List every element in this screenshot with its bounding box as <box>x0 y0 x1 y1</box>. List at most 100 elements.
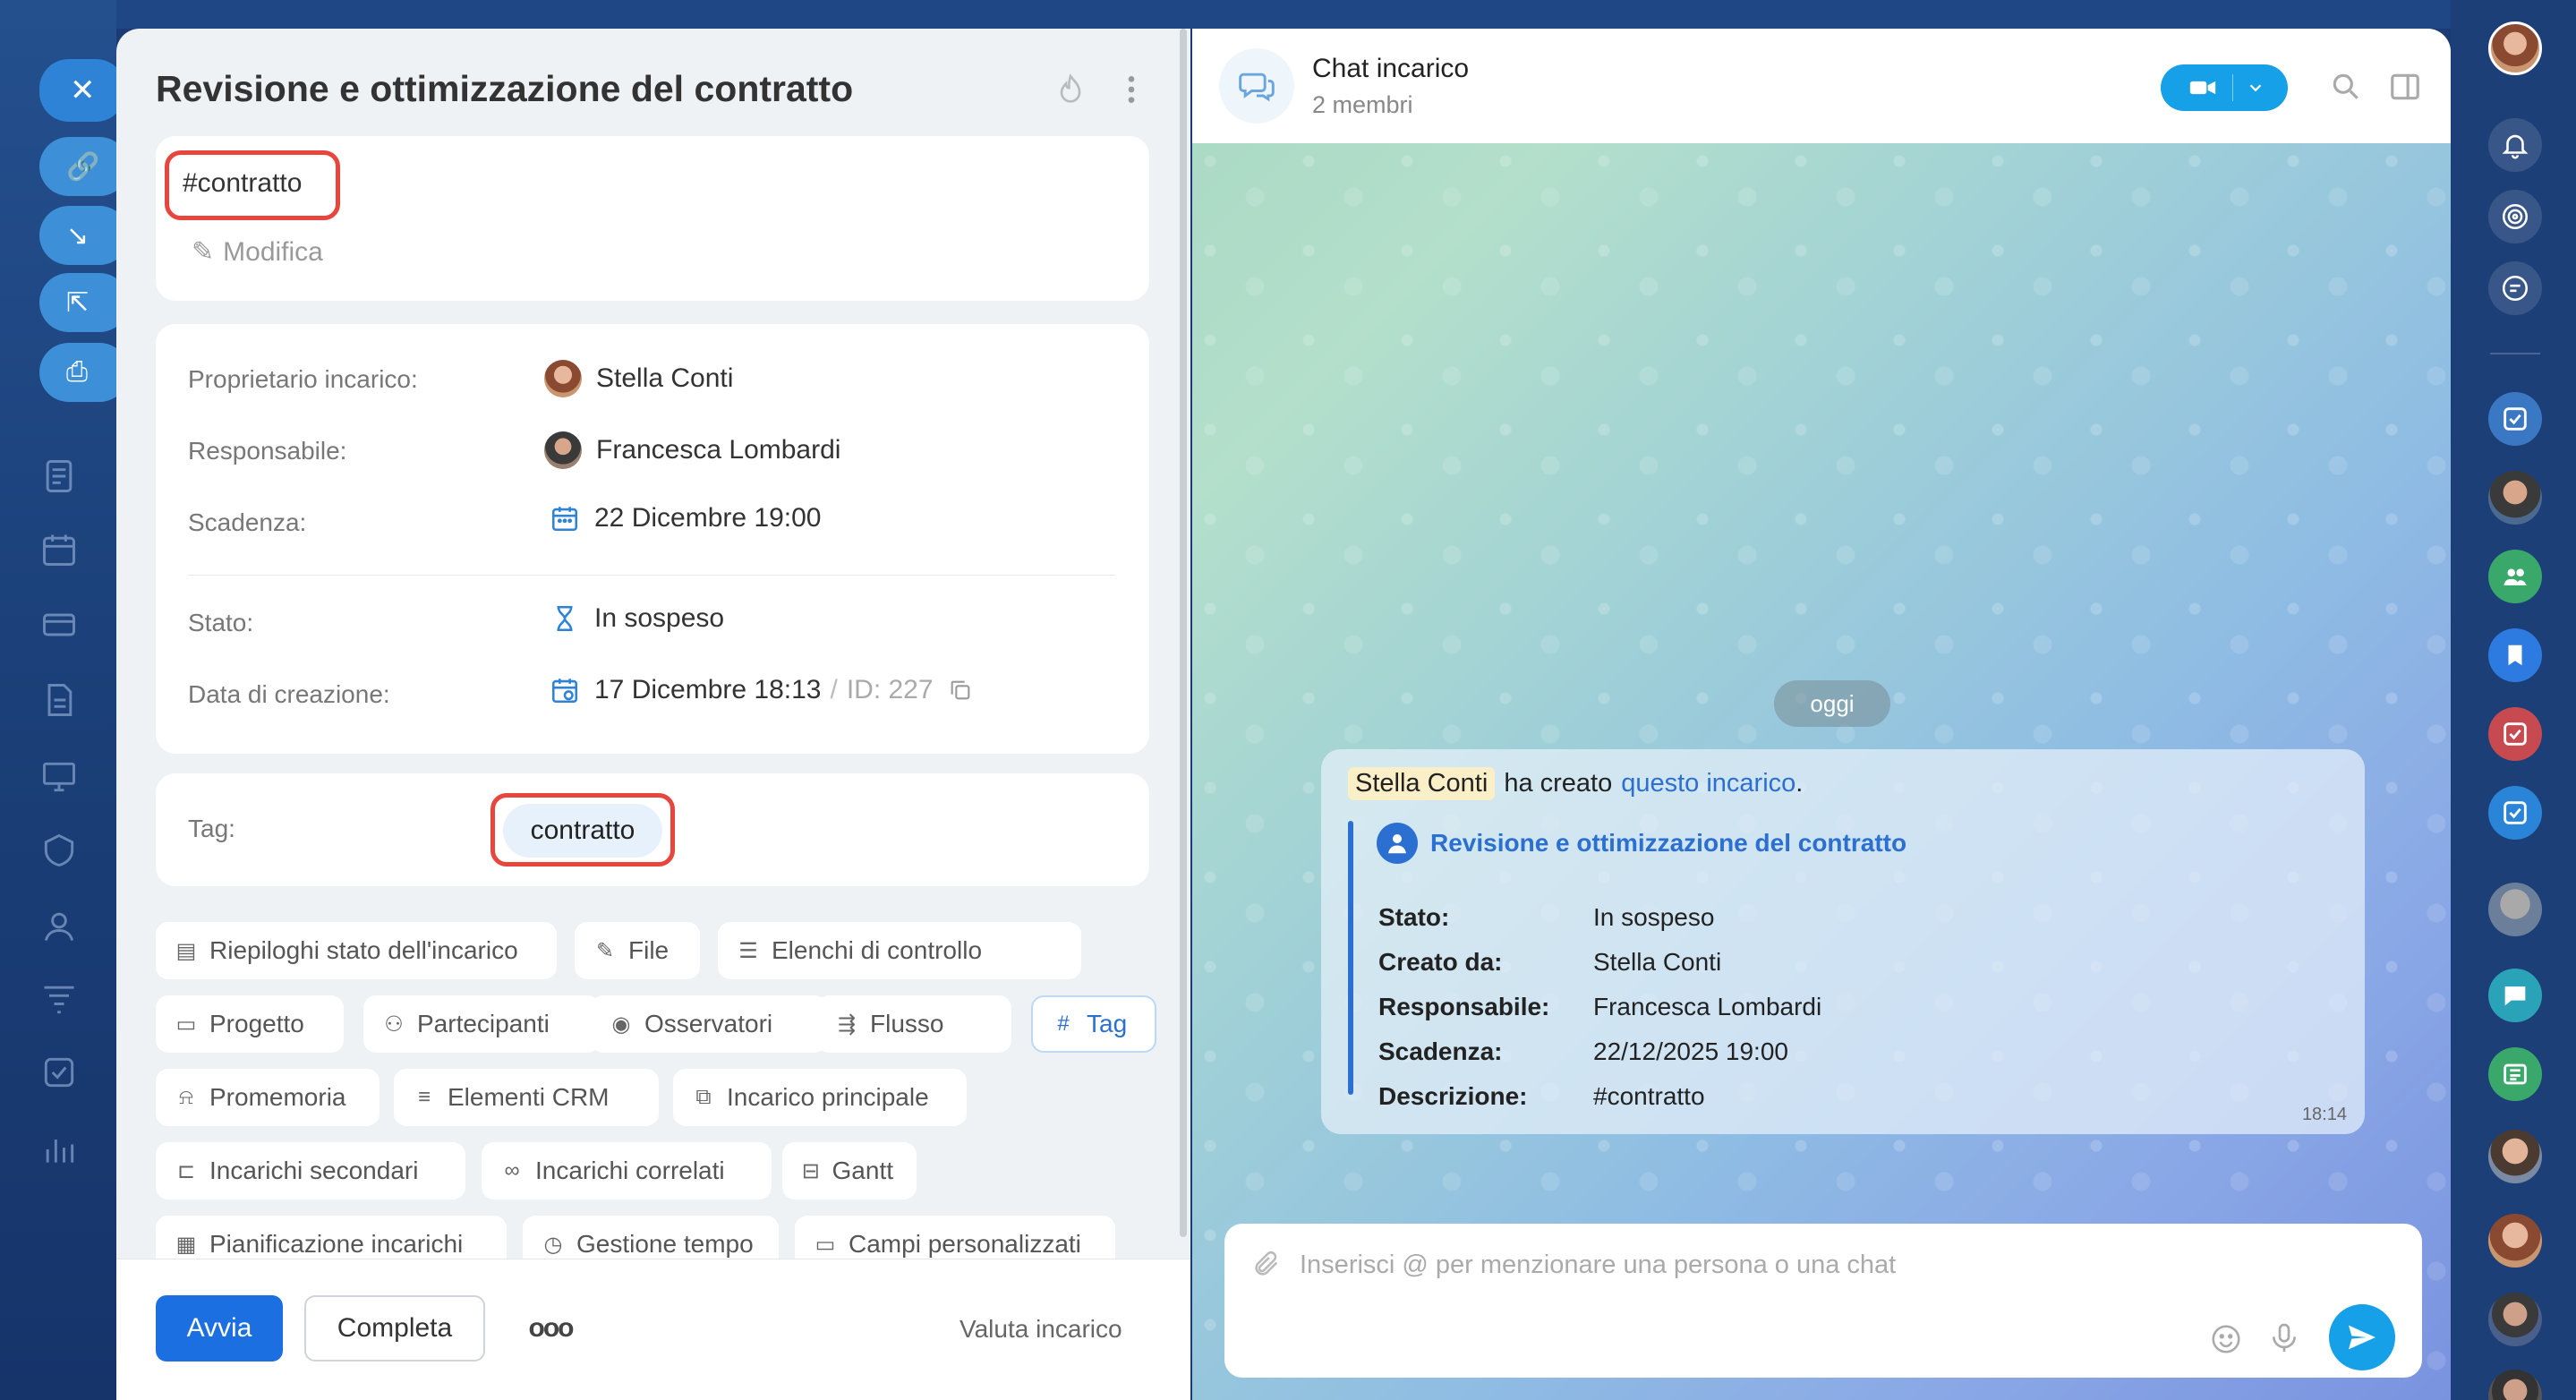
message-field-value: Francesca Lombardi <box>1593 993 1822 1020</box>
search-icon[interactable] <box>2329 70 2363 104</box>
message-input[interactable]: Inserisci @ per menzionare una persona o… <box>1300 1251 1896 1280</box>
task-link[interactable]: questo incarico <box>1621 769 1796 798</box>
chat-task-2[interactable] <box>2488 707 2542 761</box>
chip-incarichi-correlati[interactable]: ∞ Incarichi correlati <box>482 1142 772 1199</box>
chip-label: Gantt <box>832 1157 893 1184</box>
chat-avatar[interactable] <box>2488 1130 2542 1183</box>
message-field-value: Stella Conti <box>1593 948 1722 976</box>
more-button[interactable]: ooo <box>510 1295 591 1362</box>
copy-icon[interactable] <box>948 678 973 703</box>
deadline-text: 22 Dicembre 19:00 <box>594 503 822 533</box>
flame-icon[interactable] <box>1053 72 1088 107</box>
message-author[interactable]: Stella Conti <box>1348 767 1496 800</box>
calendar-icon[interactable] <box>39 530 79 569</box>
open-new-window-button[interactable]: ⇱ <box>39 273 129 332</box>
responsible-value[interactable]: Francesca Lombardi <box>544 431 840 469</box>
bell-icon <box>2502 134 2529 159</box>
chip-partecipanti[interactable]: ⚇ Partecipanti <box>363 995 600 1053</box>
shield-icon[interactable] <box>39 831 79 870</box>
sidebar-toggle-icon[interactable] <box>2388 70 2422 104</box>
message-task-title-row[interactable]: Revisione e ottimizzazione del contratto <box>1377 823 1906 864</box>
documents-icon[interactable] <box>39 457 79 496</box>
copy-link-button[interactable]: 🔗 <box>39 137 129 196</box>
edit-button[interactable]: ✎ Modifica <box>192 236 323 268</box>
chip-label: Osservatori <box>644 1010 773 1037</box>
chat-avatar[interactable] <box>2488 1214 2542 1268</box>
contacts-icon[interactable] <box>39 906 79 945</box>
chat-avatar[interactable] <box>2488 883 2542 936</box>
message-header: Stella Conti ha creato questo incarico . <box>1348 767 1803 800</box>
close-slider-button[interactable]: ✕ <box>39 59 125 122</box>
chip-incarichi-secondari[interactable]: ⊏ Incarichi secondari <box>156 1142 465 1199</box>
chat-avatar[interactable] <box>2488 1293 2542 1346</box>
deadline-value[interactable]: 22 Dicembre 19:00 <box>550 503 821 534</box>
monitor-icon[interactable] <box>39 757 79 797</box>
chat-header: Chat incarico 2 membri <box>1192 29 2451 143</box>
chip-riepiloghi-stato-dell-incarico[interactable]: ▤ Riepiloghi stato dell'incarico <box>156 922 557 979</box>
chip-label: Progetto <box>209 1010 304 1037</box>
owner-value[interactable]: Stella Conti <box>544 360 733 397</box>
bookmark-icon <box>2508 645 2522 666</box>
chip-promemoria[interactable]: ⍾ Promemoria <box>156 1069 380 1126</box>
message-period: . <box>1796 769 1804 798</box>
chip-label: Riepiloghi stato dell'incarico <box>209 936 518 964</box>
complete-button[interactable]: Completa <box>304 1295 485 1362</box>
created-label: Data di creazione: <box>188 680 390 708</box>
message-field-label: Scadenza: <box>1378 1037 1503 1065</box>
video-call-button[interactable] <box>2161 64 2288 111</box>
chat-search-icon <box>2502 275 2529 302</box>
chip-progetto[interactable]: ▭ Progetto <box>156 995 344 1053</box>
message-field-row: Creato da: Stella Conti <box>1378 948 1721 977</box>
rate-task-link[interactable]: Valuta incarico <box>960 1315 1122 1344</box>
chip-elenchi-di-controllo[interactable]: ☰ Elenchi di controllo <box>718 922 1081 979</box>
chat-task-3[interactable] <box>2488 786 2542 840</box>
print-button[interactable]: ⎙ <box>39 343 129 402</box>
analytics-icon[interactable] <box>39 1130 79 1169</box>
chip-tag[interactable]: # Tag <box>1031 995 1156 1053</box>
tasks-icon[interactable] <box>39 1053 79 1092</box>
search-chats-button[interactable] <box>2488 261 2542 315</box>
card-icon[interactable] <box>39 605 79 645</box>
fields-icon: ▭ <box>815 1232 836 1257</box>
microphone-icon[interactable] <box>2266 1320 2302 1356</box>
chat-news[interactable] <box>2488 1047 2542 1101</box>
chat-members[interactable]: 2 membri <box>1312 91 1413 119</box>
chevron-down-icon[interactable] <box>2246 78 2265 98</box>
chat-avatar[interactable] <box>2488 471 2542 525</box>
hourglass-icon <box>557 605 573 632</box>
filter-icon[interactable] <box>39 979 79 1019</box>
divider <box>2232 74 2233 101</box>
send-button[interactable] <box>2329 1304 2395 1370</box>
scrollbar[interactable] <box>1180 29 1187 1237</box>
message-field-value: In sospeso <box>1593 903 1715 931</box>
system-message: Stella Conti ha creato questo incarico .… <box>1321 749 2365 1134</box>
chip-file[interactable]: ✎ File <box>575 922 700 979</box>
chip-elementi-crm[interactable]: ≡ Elementi CRM <box>394 1069 659 1126</box>
message-input-box[interactable]: Inserisci @ per menzionare una persona o… <box>1224 1224 2422 1378</box>
chat-task-1[interactable] <box>2488 392 2542 446</box>
chat-channel[interactable] <box>2488 969 2542 1022</box>
owner-label: Proprietario incarico: <box>188 365 418 393</box>
message-field-label: Stato: <box>1378 903 1450 931</box>
chat-group[interactable] <box>2488 550 2542 603</box>
chip-flusso[interactable]: ⇶ Flusso <box>816 995 1011 1053</box>
calendar-plan-icon: ▦ <box>175 1232 197 1257</box>
tags-label: Tag: <box>188 815 235 842</box>
date-divider: oggi <box>1774 680 1890 727</box>
copilot-button[interactable] <box>2488 190 2542 243</box>
chip-gantt[interactable]: ⊟ Gantt <box>782 1142 917 1199</box>
tag-pill[interactable]: contratto <box>503 804 662 858</box>
notifications-button[interactable] <box>2488 118 2542 172</box>
emoji-icon[interactable] <box>2209 1322 2243 1356</box>
chip-label: Flusso <box>870 1010 944 1037</box>
message-field-row: Descrizione: #contratto <box>1378 1082 1705 1111</box>
more-vertical-icon[interactable] <box>1113 72 1149 107</box>
minimize-button[interactable]: ↘ <box>39 206 129 265</box>
start-button[interactable]: Avvia <box>156 1295 283 1362</box>
paperclip-icon[interactable] <box>1251 1249 1282 1279</box>
chat-bookmarks[interactable] <box>2488 628 2542 682</box>
chip-incarico-principale[interactable]: ⧉ Incarico principale <box>673 1069 967 1126</box>
current-user-avatar[interactable] <box>2488 21 2542 75</box>
file-icon[interactable] <box>39 680 79 720</box>
chip-osservatori[interactable]: ◉ Osservatori <box>591 995 827 1053</box>
